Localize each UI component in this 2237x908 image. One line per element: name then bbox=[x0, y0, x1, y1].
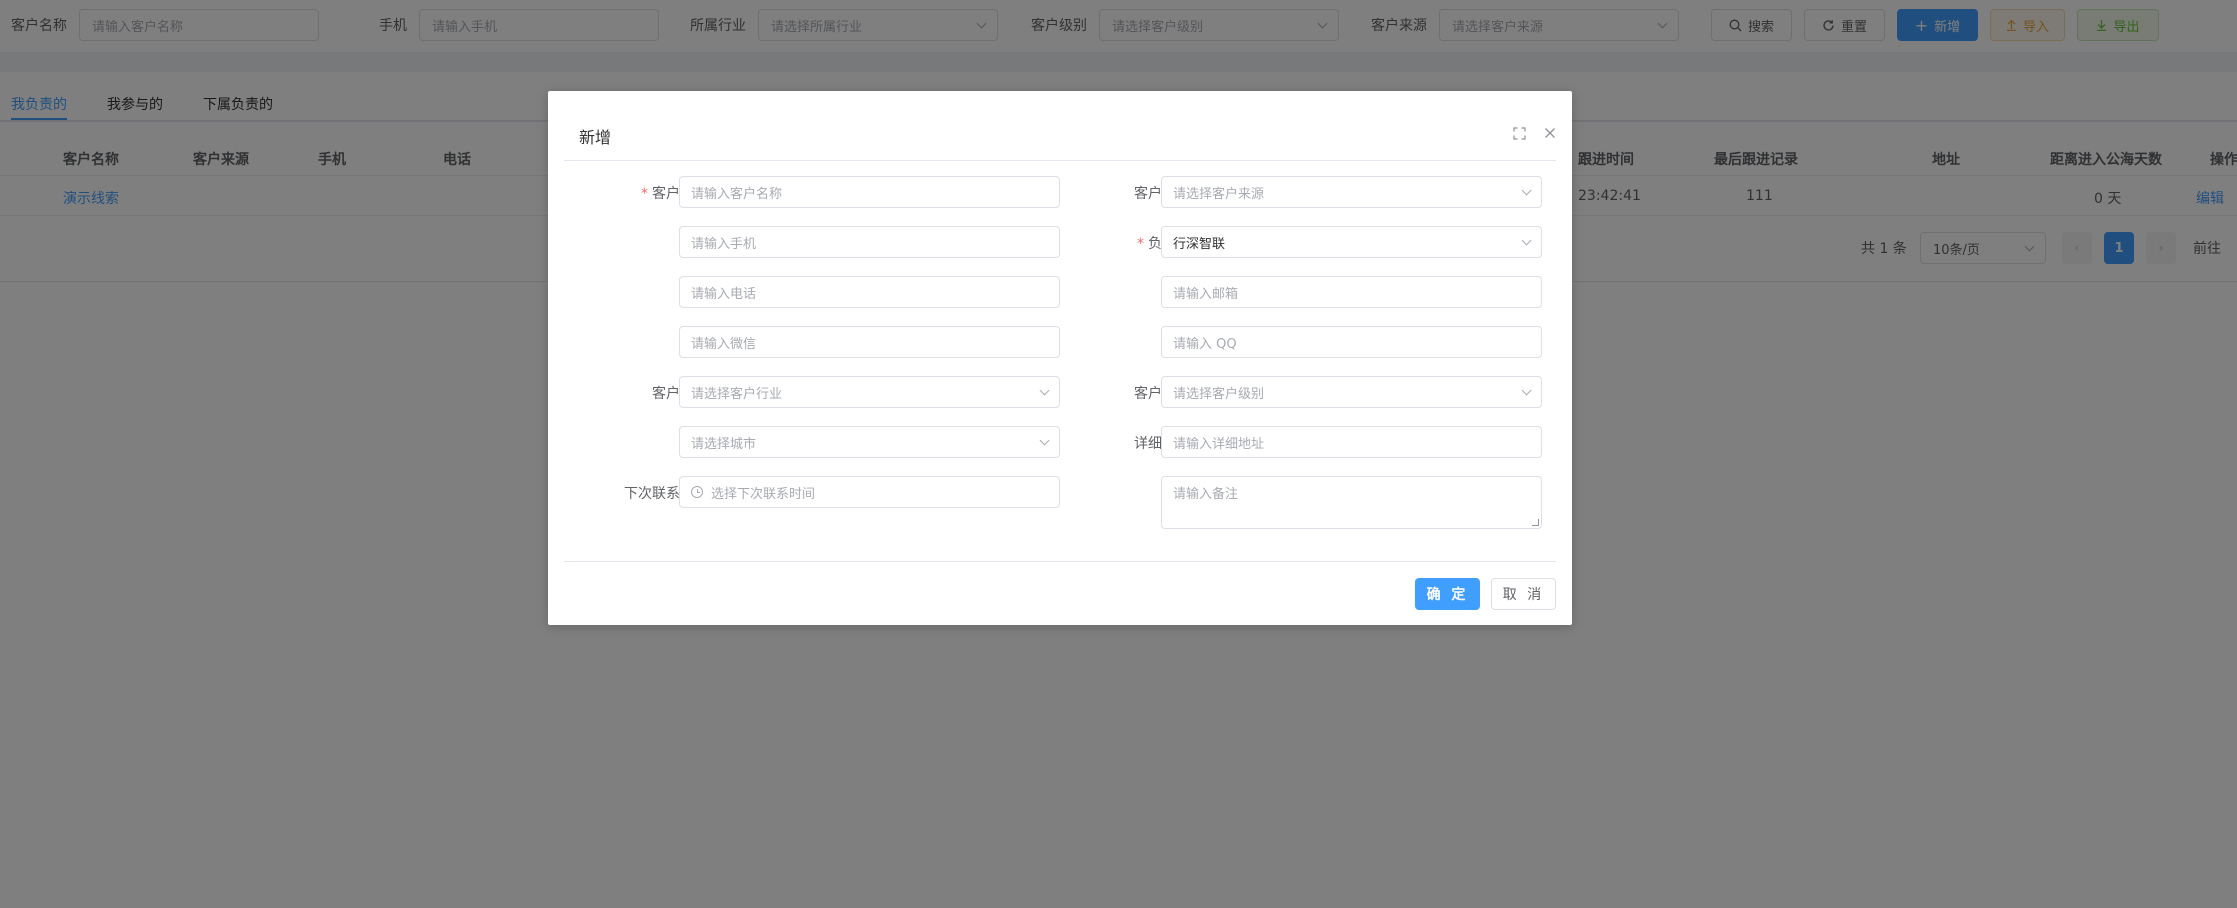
resize-handle-icon[interactable] bbox=[1532, 519, 1539, 526]
owner-value: 行深智联 bbox=[1173, 236, 1226, 252]
telephone-placeholder: 请输入电话 bbox=[691, 286, 757, 302]
next-contact-placeholder: 选择下次联系时间 bbox=[711, 486, 816, 502]
city-placeholder: 请选择城市 bbox=[691, 436, 757, 452]
source-select[interactable]: 请选择客户来源 bbox=[1161, 176, 1542, 208]
owner-select[interactable]: 行深智联 bbox=[1161, 226, 1542, 258]
city-select[interactable]: 请选择城市 bbox=[679, 426, 1060, 458]
dialog-title: 新增 bbox=[579, 128, 612, 147]
maximize-icon[interactable] bbox=[1510, 124, 1528, 142]
mobile-placeholder: 请输入手机 bbox=[691, 236, 757, 252]
cancel-button[interactable]: 取 消 bbox=[1491, 578, 1556, 610]
email-input[interactable]: 请输入邮箱 bbox=[1161, 276, 1542, 308]
detail-address-input[interactable]: 请输入详细地址 bbox=[1161, 426, 1542, 458]
dialog-footer-divider bbox=[564, 561, 1556, 562]
add-customer-dialog: 新增 *客户名称 请输入客户名称 手机 请输入手机 电话 请输入电话 微信 请输… bbox=[548, 91, 1572, 625]
next-contact-datepicker[interactable]: 选择下次联系时间 bbox=[679, 476, 1060, 508]
close-icon[interactable] bbox=[1541, 124, 1559, 142]
industry-select[interactable]: 请选择客户行业 bbox=[679, 376, 1060, 408]
remark-textarea[interactable]: 请输入备注 bbox=[1161, 476, 1542, 529]
source-placeholder: 请选择客户来源 bbox=[1173, 186, 1265, 202]
customer-name-placeholder: 请输入客户名称 bbox=[691, 186, 783, 202]
telephone-input[interactable]: 请输入电话 bbox=[679, 276, 1060, 308]
required-asterisk: * bbox=[1137, 236, 1144, 252]
level-placeholder: 请选择客户级别 bbox=[1173, 386, 1265, 402]
industry-placeholder: 请选择客户行业 bbox=[691, 386, 783, 402]
customer-name-input[interactable]: 请输入客户名称 bbox=[679, 176, 1060, 208]
wechat-placeholder: 请输入微信 bbox=[691, 336, 757, 352]
required-asterisk: * bbox=[641, 186, 648, 202]
level-select[interactable]: 请选择客户级别 bbox=[1161, 376, 1542, 408]
dialog-header: 新增 bbox=[564, 91, 1556, 161]
chevron-down-icon bbox=[1521, 235, 1532, 245]
clock-icon bbox=[691, 486, 703, 498]
detail-address-placeholder: 请输入详细地址 bbox=[1173, 436, 1265, 452]
remark-placeholder: 请输入备注 bbox=[1173, 487, 1239, 502]
wechat-input[interactable]: 请输入微信 bbox=[679, 326, 1060, 358]
chevron-down-icon bbox=[1521, 385, 1532, 395]
qq-placeholder: 请输入 QQ bbox=[1173, 336, 1237, 352]
chevron-down-icon bbox=[1521, 185, 1532, 195]
email-placeholder: 请输入邮箱 bbox=[1173, 286, 1239, 302]
qq-input[interactable]: 请输入 QQ bbox=[1161, 326, 1542, 358]
mobile-input[interactable]: 请输入手机 bbox=[679, 226, 1060, 258]
confirm-button[interactable]: 确 定 bbox=[1415, 578, 1480, 610]
